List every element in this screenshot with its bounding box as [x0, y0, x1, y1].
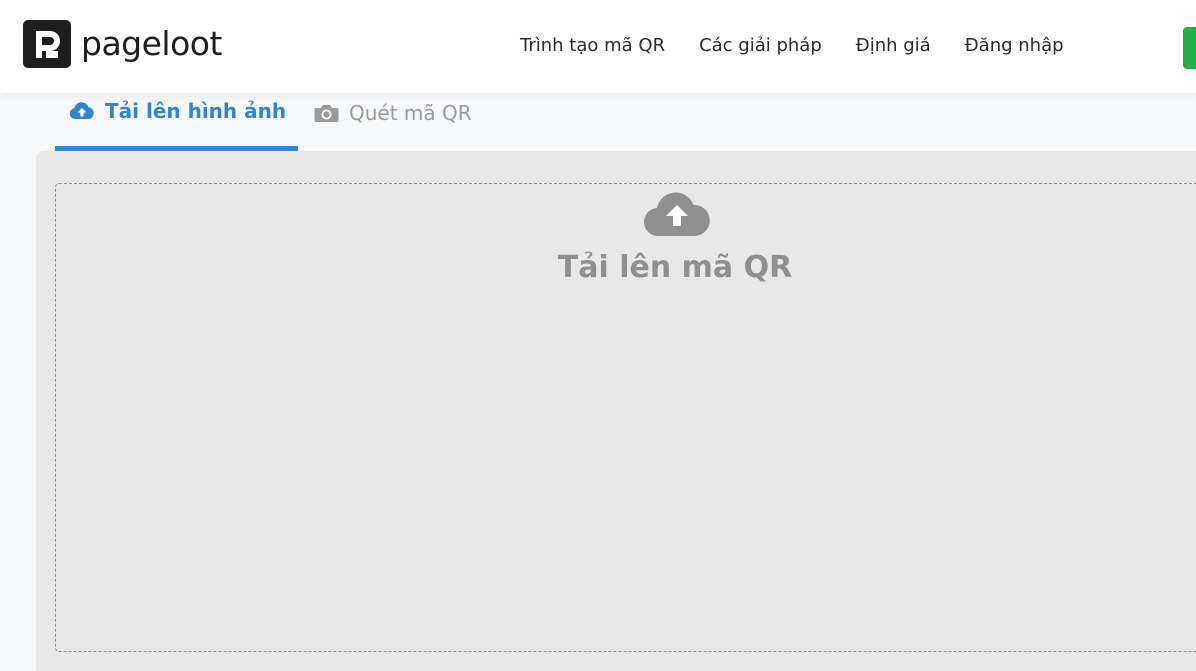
upload-mode-tabs: Tải lên hình ảnh Quét mã QR	[55, 93, 472, 151]
nav-link-pricing[interactable]: Định giá	[856, 33, 931, 59]
nav-link-solutions[interactable]: Các giải pháp	[699, 33, 822, 59]
tab-upload-image-label: Tải lên hình ảnh	[105, 98, 287, 123]
cloud-upload-icon	[69, 101, 95, 120]
nav-link-qr-generator[interactable]: Trình tạo mã QR	[520, 33, 665, 59]
tab-scan-qr[interactable]: Quét mã QR	[298, 93, 472, 151]
signup-button-edge[interactable]	[1183, 27, 1196, 69]
nav-link-login[interactable]: Đăng nhập	[965, 33, 1064, 59]
main-nav: Trình tạo mã QR Các giải pháp Định giá Đ…	[520, 33, 1064, 59]
site-header: pageloot Trình tạo mã QR Các giải pháp Đ…	[0, 0, 1196, 93]
dropzone-label: Tải lên mã QR	[557, 250, 793, 285]
tab-upload-image[interactable]: Tải lên hình ảnh	[55, 93, 298, 151]
camera-icon	[314, 103, 339, 123]
tab-scan-qr-label: Quét mã QR	[349, 101, 472, 125]
brand-logo[interactable]: pageloot	[23, 20, 222, 68]
brand-name: pageloot	[81, 24, 222, 63]
pageloot-logo-icon	[23, 20, 71, 68]
cloud-upload-icon	[643, 192, 710, 242]
